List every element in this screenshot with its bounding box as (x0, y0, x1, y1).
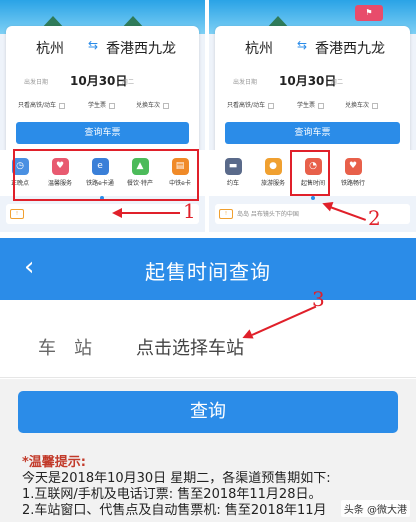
notice-bar[interactable]: ! (6, 204, 199, 224)
service-label: 约车 (226, 180, 239, 187)
to-station[interactable]: 香港西九龙 (106, 38, 176, 58)
route-row: 杭州 ⇆ 香港西九龙 (6, 38, 199, 60)
date-label: 出发日期 (233, 79, 258, 86)
date-row[interactable]: 出发日期 10月30日 周二 (233, 72, 400, 88)
notice-badge: ! (10, 209, 24, 219)
service-item[interactable]: ▬ 约车 (213, 158, 253, 187)
tips-line: 今天是2018年10月30日 星期二，各渠道预售期如下: (22, 471, 331, 486)
tips-heading: *温馨提示: (22, 455, 86, 470)
weekday: 周二 (122, 79, 135, 86)
option-student[interactable]: 学生票 (297, 100, 325, 109)
options-row: 只看高铁/动车 学生票 兑换车次 (223, 100, 406, 112)
options-row: 只看高铁/动车 学生票 兑换车次 (14, 100, 195, 112)
promo-tag: ⚑ (355, 5, 383, 21)
highlight-box-1 (13, 149, 199, 201)
page-title: 起售时间查询 (145, 260, 271, 284)
screenshot-panel-right: ⚑ 杭州 ⇆ 香港西九龙 出发日期 10月30日 周二 只看高铁/动车 学生票 … (209, 0, 416, 232)
date-row[interactable]: 出发日期 10月30日 周二 (24, 72, 189, 88)
weekday: 周二 (331, 79, 344, 86)
car-icon: ▬ (224, 158, 242, 175)
notice-badge: ! (219, 209, 233, 219)
service-item[interactable]: ● 旅游服务 (253, 158, 293, 187)
page-indicator (311, 196, 315, 200)
option-highspeed[interactable]: 只看高铁/动车 (18, 100, 66, 109)
date-value: 10月30日 (279, 74, 337, 88)
date-label: 出发日期 (24, 79, 49, 86)
swap-icon[interactable]: ⇆ (88, 38, 98, 52)
to-station[interactable]: 香港西九龙 (315, 38, 385, 58)
highlight-box-2 (290, 150, 330, 196)
option-exchange[interactable]: 兑换车次 (345, 100, 379, 109)
service-label: 铁路畅行 (340, 180, 365, 187)
heart-icon: ♥ (344, 158, 362, 175)
annotation-number-1: 1 (183, 199, 196, 223)
option-exchange[interactable]: 兑换车次 (136, 100, 170, 109)
swap-icon[interactable]: ⇆ (297, 38, 307, 52)
bulb-icon: ● (264, 158, 282, 175)
annotation-number-2: 2 (368, 206, 381, 230)
station-select[interactable]: 点击选择车站 (136, 334, 244, 360)
date-value: 10月30日 (70, 74, 128, 88)
watermark: 头条 @微大港 (340, 500, 410, 517)
option-student[interactable]: 学生票 (88, 100, 116, 109)
query-button[interactable]: 查询 (18, 391, 398, 433)
station-row[interactable]: 车站 点击选择车站 (0, 300, 416, 378)
query-tickets-button[interactable]: 查询车票 (225, 122, 400, 144)
service-item[interactable]: ♥ 铁路畅行 (333, 158, 373, 187)
annotation-number-3: 3 (312, 287, 325, 311)
station-label: 车站 (38, 338, 110, 359)
notice-text: 岛岛 吕布镜头下的中国 (237, 211, 299, 218)
annotation-arrow-1 (122, 212, 180, 214)
page-header: ‹ 起售时间查询 (0, 238, 416, 300)
option-highspeed[interactable]: 只看高铁/动车 (227, 100, 275, 109)
query-tickets-button[interactable]: 查询车票 (16, 122, 189, 144)
route-row: 杭州 ⇆ 香港西九龙 (215, 38, 410, 60)
from-station[interactable]: 杭州 (36, 38, 64, 58)
from-station[interactable]: 杭州 (245, 38, 273, 58)
arrow-head-icon (112, 208, 122, 218)
service-label: 旅游服务 (260, 180, 285, 187)
notice-bar[interactable]: ! 岛岛 吕布镜头下的中国 (215, 204, 410, 224)
